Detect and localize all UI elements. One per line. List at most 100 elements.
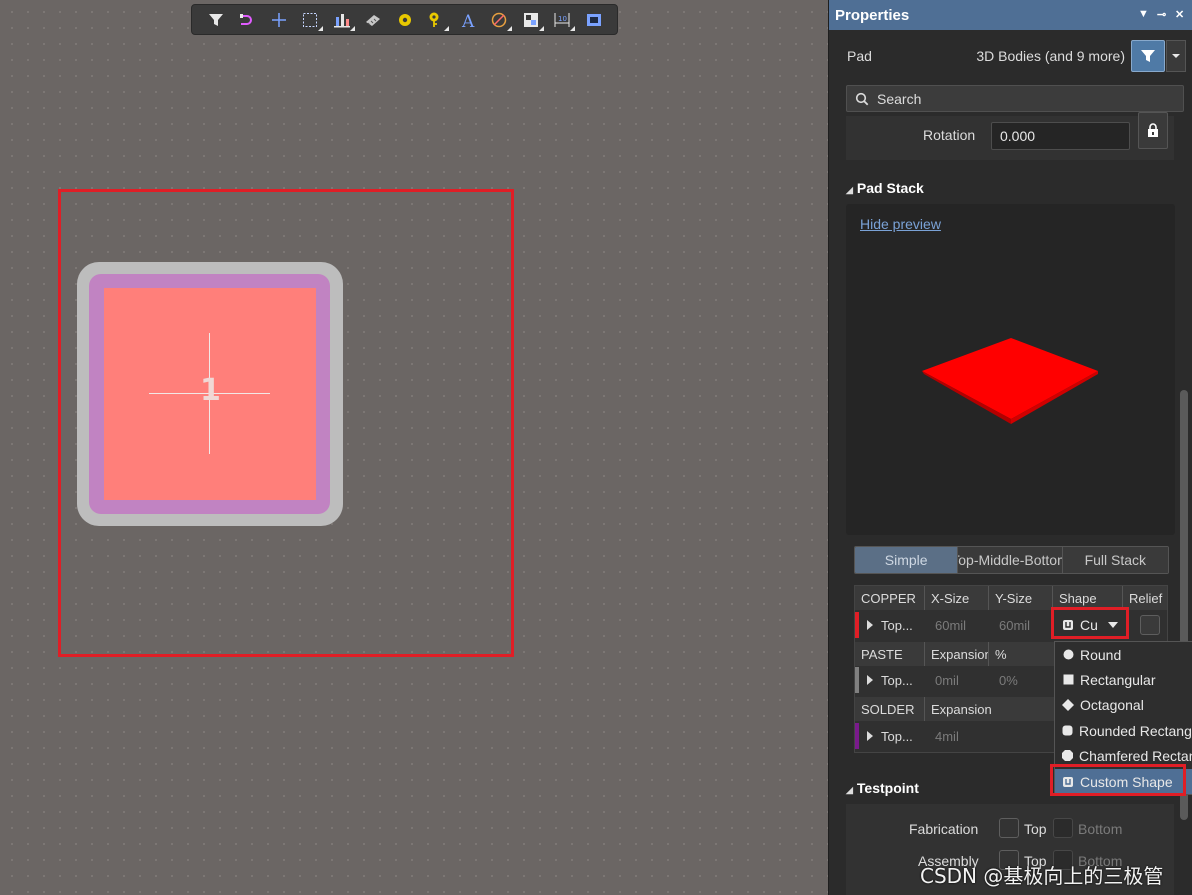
component-tool[interactable] [358, 6, 390, 34]
copper-col-layer: COPPER [855, 586, 925, 610]
shape-option-label: Octagonal [1080, 696, 1144, 713]
align-tool[interactable] [326, 6, 358, 34]
rotation-field[interactable]: 0.000 [991, 122, 1130, 150]
pad-icon [398, 13, 411, 26]
lock-icon [1148, 122, 1158, 137]
highlight-box-shape [1051, 607, 1129, 639]
dimension-tool[interactable]: 10 [547, 6, 579, 34]
watermark: CSDN @基极向上的三极管 [920, 864, 1164, 888]
testpoint-header[interactable]: ◢ Testpoint [846, 780, 919, 796]
tab-simple[interactable]: Simple [855, 547, 959, 573]
filter-icon [208, 13, 223, 26]
fabrication-bottom-label: Bottom [1078, 821, 1123, 837]
panel-close-icon[interactable]: ✕ [1175, 8, 1184, 21]
paste-col-layer: PASTE [855, 642, 925, 666]
chevron-down-icon [1172, 54, 1180, 58]
dimension-icon: 10 [554, 12, 570, 27]
pad-mode-tabs: Simple Top-Middle-Bottom Full Stack [854, 546, 1169, 574]
rotation-label: Rotation [923, 127, 976, 143]
filter-tool[interactable] [200, 6, 232, 34]
route-icon [240, 13, 253, 25]
hide-preview-link[interactable]: Hide preview [860, 216, 941, 232]
solder-expansion[interactable]: 4mil [935, 729, 999, 744]
copper-layer-name: Top... [881, 617, 913, 633]
search-icon [855, 92, 869, 105]
filter-summary[interactable]: 3D Bodies (and 9 more) [976, 48, 1125, 64]
highlight-box-pad [58, 189, 514, 657]
panel-menu-icon[interactable]: ▼ [1138, 8, 1149, 20]
shape-option-label: Rounded Rectangle [1079, 722, 1192, 739]
lock-button[interactable] [1138, 112, 1168, 149]
fabrication-top-label: Top [1024, 821, 1047, 837]
copper-col-x-size: X-Size [925, 586, 989, 610]
select-tool[interactable] [295, 6, 327, 34]
filter-dropdown-button[interactable] [1166, 40, 1186, 72]
solder-col-expansion: Expansion [931, 701, 992, 717]
fabrication-top-checkbox[interactable] [999, 818, 1019, 838]
expand-triangle-icon[interactable] [867, 675, 873, 685]
copper-row[interactable]: Top... 60mil 60mil [855, 611, 1063, 639]
paste-col-percent: % [995, 646, 1007, 662]
solder-col-layer: SOLDER [855, 697, 925, 721]
pad-3d-shape [922, 338, 1098, 424]
copper-col-relief: Relief [1129, 590, 1163, 606]
panel-title: Properties [835, 6, 910, 24]
shape-option-label: Round [1080, 646, 1122, 663]
copper-x-size[interactable]: 60mil [935, 618, 999, 633]
layer-color-swatch [855, 612, 859, 638]
shape-option-label: Rectangular [1080, 671, 1156, 688]
collapse-triangle-icon: ◢ [846, 785, 853, 795]
layer-color-swatch [855, 723, 859, 749]
polygon-tool[interactable] [515, 6, 547, 34]
pad-stack-title: Pad Stack [856, 180, 924, 196]
arc-tool[interactable] [484, 6, 516, 34]
svg-text:10: 10 [558, 15, 567, 23]
text-icon: A [461, 12, 475, 29]
paste-expansion[interactable]: 0mil [935, 673, 999, 688]
solder-header: SOLDER Expansion [855, 697, 1055, 721]
fabrication-label: Fabrication [909, 821, 979, 837]
text-tool[interactable]: A [452, 6, 484, 34]
shape-option-octagonal[interactable]: Octagonal [1055, 692, 1192, 717]
fabrication-bottom-checkbox[interactable] [1053, 818, 1073, 838]
round-shape-icon [1062, 649, 1074, 661]
rectangular-shape-icon [1062, 674, 1074, 686]
active-bar-toolbar: A 10 [191, 4, 618, 35]
component-icon [366, 14, 381, 26]
paste-col-expansion: Expansion [925, 642, 989, 666]
testpoint-title: Testpoint [856, 780, 919, 796]
solder-row[interactable]: Top... 4mil [855, 722, 999, 750]
chamfered-rectangle-shape-icon [1062, 750, 1073, 762]
plus-icon [271, 12, 286, 27]
pad-tool[interactable] [389, 6, 421, 34]
align-icon [333, 13, 350, 27]
svg-text:A: A [461, 12, 475, 29]
shape-option-round[interactable]: Round [1055, 642, 1192, 667]
pad-stack-header[interactable]: ◢ Pad Stack [846, 180, 924, 196]
paste-row[interactable]: Top... 0mil 0% [855, 666, 1063, 694]
paste-layer-name: Top... [881, 672, 913, 688]
collapse-triangle-icon: ◢ [846, 185, 853, 195]
tab-top-middle-bottom[interactable]: Top-Middle-Bottom [958, 547, 1063, 573]
panel-title-bar: Properties ▼ ⊸ ✕ [829, 0, 1192, 30]
shape-option-rounded-rectangle[interactable]: Rounded Rectangle [1055, 718, 1192, 743]
via-tool[interactable] [421, 6, 453, 34]
filter-button[interactable] [1131, 40, 1165, 72]
crosshair-tool[interactable] [263, 6, 295, 34]
polygon-icon [523, 12, 538, 27]
object-type-label: Pad [847, 48, 872, 64]
region-icon [586, 13, 601, 26]
search-input[interactable]: Search [846, 85, 1184, 112]
panel-pin-icon[interactable]: ⊸ [1157, 8, 1166, 21]
relief-checkbox[interactable] [1140, 615, 1160, 635]
shape-option-rectangular[interactable]: Rectangular [1055, 667, 1192, 692]
expand-triangle-icon[interactable] [867, 620, 873, 630]
region-tool[interactable] [578, 6, 610, 34]
expand-triangle-icon[interactable] [867, 731, 873, 741]
highlight-box-custom-shape [1050, 764, 1186, 796]
shape-option-label: Chamfered Rectangle [1079, 747, 1192, 764]
arc-icon [492, 12, 507, 27]
route-tool[interactable] [232, 6, 264, 34]
select-rect-icon [303, 12, 318, 27]
tab-full-stack[interactable]: Full Stack [1062, 547, 1168, 573]
